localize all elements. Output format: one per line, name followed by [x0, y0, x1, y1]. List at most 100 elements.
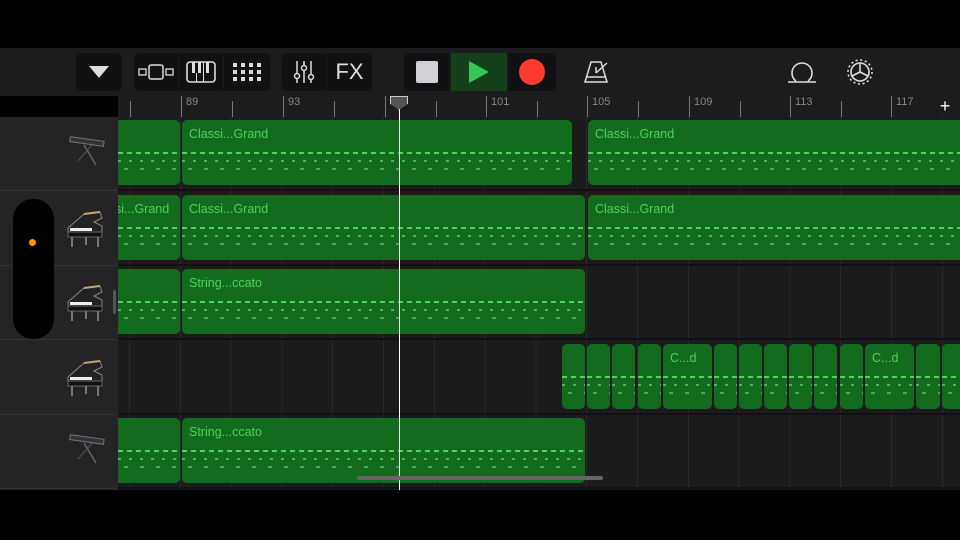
- grand-piano-icon: [64, 208, 106, 250]
- playhead[interactable]: [399, 96, 400, 490]
- midi-region[interactable]: [764, 343, 787, 409]
- track-lane[interactable]: Classi...Grand Classi...Grand: [118, 117, 960, 191]
- midi-region[interactable]: [118, 269, 180, 334]
- play-icon: [469, 61, 489, 83]
- record-button[interactable]: [508, 53, 556, 91]
- ruler-tick: [891, 96, 892, 117]
- keyboard-icon: [186, 61, 216, 83]
- ruler-tick: [689, 96, 690, 117]
- track-header[interactable]: [0, 341, 118, 415]
- add-section-button[interactable]: +: [930, 96, 960, 117]
- bar-number: 109: [694, 96, 713, 108]
- status-dot: [29, 239, 36, 246]
- keyboard-stand-icon: [64, 133, 106, 175]
- bar-number: 113: [795, 96, 813, 108]
- stop-icon: [416, 61, 438, 83]
- grid-button[interactable]: [224, 53, 270, 91]
- track-header[interactable]: [0, 415, 118, 489]
- midi-region[interactable]: [739, 343, 762, 409]
- ruler-tick: [385, 96, 386, 117]
- triangle-down-icon: [89, 66, 109, 78]
- midi-region[interactable]: Classi...Grand: [588, 120, 960, 185]
- bar-number: 105: [592, 96, 611, 108]
- ruler-tick: [486, 96, 487, 117]
- midi-region[interactable]: [916, 343, 940, 409]
- midi-region[interactable]: [612, 343, 635, 409]
- midi-region[interactable]: [118, 120, 180, 185]
- ruler-tick: [232, 101, 233, 117]
- fx-button[interactable]: FX: [327, 53, 372, 91]
- region-label: C...d: [872, 350, 899, 365]
- midi-region[interactable]: [942, 343, 960, 409]
- keyboard-button[interactable]: [179, 53, 224, 91]
- ruler-tick: [790, 96, 791, 117]
- track-lane[interactable]: C...d C...d: [118, 340, 960, 415]
- transport: [404, 53, 556, 91]
- ruler-tick: [283, 96, 284, 117]
- midi-region[interactable]: String...ccato: [182, 269, 585, 334]
- midi-region[interactable]: si...Grand: [118, 194, 180, 260]
- grid-icon: [233, 63, 261, 81]
- region-label: String...ccato: [189, 425, 262, 439]
- midi-region[interactable]: [840, 343, 863, 409]
- midi-region[interactable]: [587, 343, 610, 409]
- ruler-tick: [740, 101, 741, 117]
- play-button[interactable]: [451, 53, 508, 91]
- metronome-button[interactable]: [578, 53, 614, 91]
- bar-number: 89: [186, 96, 199, 108]
- track-header-handle[interactable]: [13, 199, 54, 339]
- bar-number: 117: [896, 96, 914, 108]
- midi-region[interactable]: [714, 343, 737, 409]
- region-label: String...ccato: [189, 276, 262, 290]
- track-lanes: Classi...Grand Classi...Grand si...Grand Cl…: [118, 117, 960, 490]
- midi-region[interactable]: [118, 418, 180, 483]
- ruler-tick: [181, 96, 182, 117]
- mix-controls: FX: [282, 53, 372, 91]
- record-icon: [519, 59, 545, 85]
- ruler-tick: [638, 101, 639, 117]
- horizontal-scrollbar[interactable]: [357, 476, 603, 480]
- track-header[interactable]: [0, 117, 118, 191]
- midi-region[interactable]: Classi...Grand: [182, 120, 572, 185]
- region-label: Classi...Grand: [595, 127, 675, 141]
- tracks-view-button[interactable]: [134, 53, 179, 91]
- midi-region[interactable]: Classi...Grand: [588, 194, 960, 260]
- tracks-view-icon: [138, 64, 174, 80]
- ruler-tick: [334, 101, 335, 117]
- view-selector: [134, 53, 270, 91]
- header-resize-handle[interactable]: [113, 290, 116, 314]
- keyboard-stand-icon: [64, 431, 106, 473]
- bar-number: 93: [288, 96, 301, 108]
- timeline-ruler[interactable]: 899397101105109113117: [118, 96, 960, 117]
- metronome-icon: [583, 61, 609, 83]
- region-label: Classi...Grand: [189, 127, 269, 141]
- track-lane[interactable]: String...ccato: [118, 266, 960, 340]
- midi-region[interactable]: [562, 343, 585, 409]
- ruler-tick: [436, 101, 437, 117]
- settings-icon: [847, 59, 873, 85]
- grand-piano-icon: [64, 357, 106, 399]
- ruler-tick: [587, 96, 588, 117]
- my-songs-button[interactable]: [76, 53, 122, 91]
- midi-region[interactable]: [789, 343, 812, 409]
- midi-region[interactable]: C...d: [865, 343, 914, 409]
- settings-button[interactable]: [842, 53, 878, 91]
- loop-icon: [788, 62, 816, 83]
- midi-region[interactable]: Classi...Grand: [182, 194, 585, 260]
- region-label: Classi...Grand: [595, 201, 675, 216]
- mixer-button[interactable]: [282, 53, 327, 91]
- mixer-icon: [293, 61, 315, 83]
- midi-region[interactable]: [638, 343, 661, 409]
- ruler-tick: [130, 101, 131, 117]
- region-label: si...Grand: [118, 201, 170, 216]
- track-lane[interactable]: si...Grand Classi...Grand Classi...Grand: [118, 191, 960, 266]
- region-label: C...d: [670, 350, 697, 365]
- grand-piano-icon: [64, 282, 106, 324]
- midi-region[interactable]: [814, 343, 837, 409]
- loop-browser-button[interactable]: [784, 53, 820, 91]
- stop-button[interactable]: [404, 53, 451, 91]
- control-bar: FX: [0, 48, 960, 96]
- midi-region[interactable]: C...d: [663, 343, 712, 409]
- ruler-tick: [841, 101, 842, 117]
- midi-region[interactable]: String...ccato: [182, 418, 585, 483]
